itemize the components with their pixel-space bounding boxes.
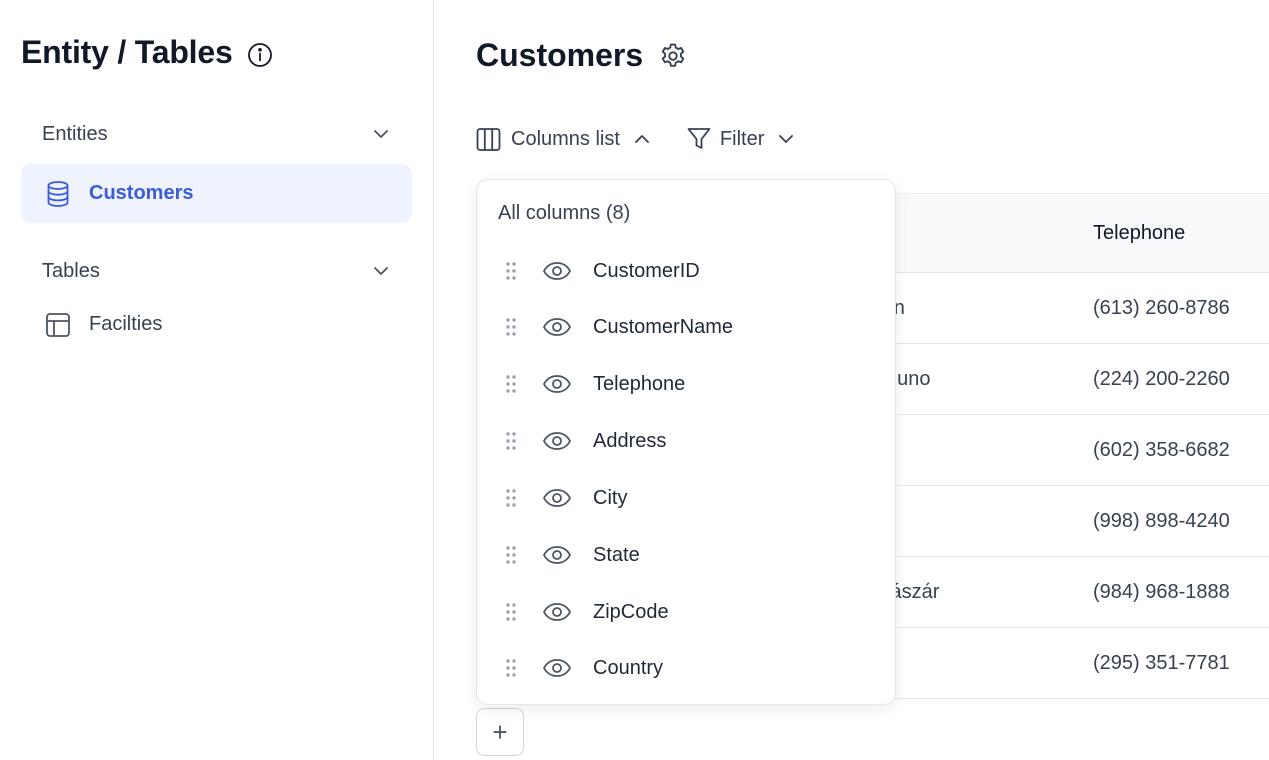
- eye-icon[interactable]: [542, 317, 572, 337]
- table-icon: [45, 312, 71, 338]
- column-item-address[interactable]: Address: [477, 413, 895, 469]
- drag-handle-icon[interactable]: [505, 545, 517, 565]
- sidebar: Entity / Tables Entities Customers Table…: [0, 0, 434, 760]
- table-cell-telephone: (998) 898-4240: [1093, 510, 1230, 532]
- drag-handle-icon[interactable]: [505, 374, 517, 394]
- tables-section-toggle[interactable]: Tables: [21, 251, 412, 291]
- column-item-label: CustomerName: [593, 315, 734, 338]
- info-icon[interactable]: [247, 42, 273, 68]
- eye-icon[interactable]: [542, 374, 572, 394]
- tables-section: Tables Facilties: [21, 251, 412, 354]
- chevron-down-icon: [776, 129, 796, 149]
- eye-icon[interactable]: [542, 658, 572, 678]
- eye-icon[interactable]: [542, 261, 572, 281]
- columns-list-button[interactable]: Columns list: [476, 127, 652, 152]
- entities-section-label: Entities: [42, 122, 108, 145]
- columns-list-label: Columns list: [511, 127, 620, 150]
- column-item-label: ZipCode: [593, 600, 669, 623]
- column-item-label: Address: [593, 429, 667, 452]
- entities-section-toggle[interactable]: Entities: [21, 114, 412, 154]
- column-item-label: Telephone: [593, 372, 686, 395]
- database-icon: [45, 180, 71, 208]
- drag-handle-icon[interactable]: [505, 488, 517, 508]
- drag-handle-icon[interactable]: [505, 317, 517, 337]
- columns-list-dropdown: All columns (8) CustomerID CustomerName …: [476, 179, 896, 705]
- column-item-customername[interactable]: CustomerName: [477, 299, 895, 355]
- sidebar-title: Entity / Tables: [21, 34, 233, 70]
- column-item-country[interactable]: Country: [477, 640, 895, 696]
- column-item-label: Country: [593, 656, 664, 679]
- drag-handle-icon[interactable]: [505, 602, 517, 622]
- column-item-zipcode[interactable]: ZipCode: [477, 584, 895, 640]
- chevron-down-icon: [371, 124, 391, 144]
- column-item-label: State: [593, 543, 640, 566]
- eye-icon[interactable]: [542, 545, 572, 565]
- table-cell-telephone: (224) 200-2260: [1093, 368, 1230, 390]
- toolbar: Columns list Filter: [476, 126, 796, 152]
- page-header: Customers: [476, 37, 688, 74]
- entities-section: Entities Customers: [21, 114, 412, 223]
- drag-handle-icon[interactable]: [505, 261, 517, 281]
- eye-icon[interactable]: [542, 602, 572, 622]
- table-cell-telephone: (613) 260-8786: [1093, 297, 1230, 319]
- page-title: Customers: [476, 37, 644, 73]
- sidebar-header: Entity / Tables: [21, 34, 273, 71]
- column-item-label: City: [593, 486, 628, 509]
- columns-icon: [476, 127, 501, 152]
- sidebar-item-label: Facilties: [89, 313, 163, 335]
- column-item-label: CustomerID: [593, 259, 700, 282]
- column-item-city[interactable]: City: [477, 470, 895, 526]
- sidebar-item-customers[interactable]: Customers: [21, 164, 412, 223]
- eye-icon[interactable]: [542, 488, 572, 508]
- chevron-up-icon: [632, 129, 652, 149]
- plus-icon: +: [492, 717, 508, 747]
- columns-panel-title: All columns (8): [498, 202, 631, 224]
- tables-section-label: Tables: [42, 259, 100, 282]
- column-item-state[interactable]: State: [477, 527, 895, 583]
- table-cell-telephone: (984) 968-1888: [1093, 581, 1230, 603]
- column-item-customerid[interactable]: CustomerID: [477, 243, 895, 299]
- eye-icon[interactable]: [542, 431, 572, 451]
- sidebar-item-facilities[interactable]: Facilties: [21, 295, 412, 354]
- filter-icon: [686, 126, 712, 152]
- column-item-telephone[interactable]: Telephone: [477, 356, 895, 412]
- table-cell-telephone: (295) 351-7781: [1093, 652, 1230, 674]
- drag-handle-icon[interactable]: [505, 431, 517, 451]
- table-cell-telephone: (602) 358-6682: [1093, 439, 1230, 461]
- sidebar-item-label: Customers: [89, 182, 194, 204]
- add-column-button[interactable]: +: [476, 708, 524, 756]
- chevron-down-icon: [371, 261, 391, 281]
- filter-label: Filter: [719, 127, 765, 150]
- filter-button[interactable]: Filter: [686, 126, 796, 152]
- column-header-telephone[interactable]: Telephone: [1093, 194, 1185, 272]
- gear-icon[interactable]: [658, 41, 688, 71]
- drag-handle-icon[interactable]: [505, 658, 517, 678]
